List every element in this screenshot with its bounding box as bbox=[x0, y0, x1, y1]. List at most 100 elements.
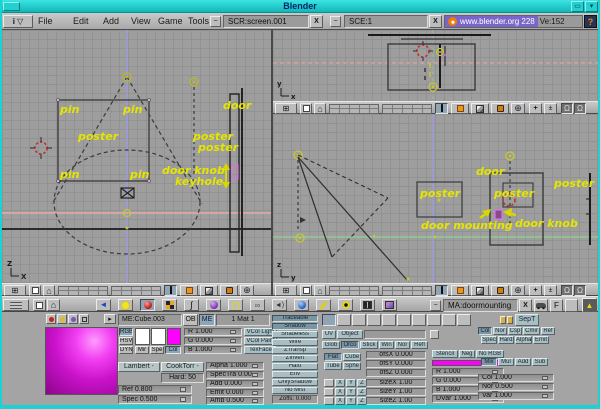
viewtype-menu[interactable]: ⊞ bbox=[275, 103, 297, 114]
shadeless-toggle[interactable]: Shadeless bbox=[272, 331, 318, 338]
mapto-ref-toggle[interactable]: Ref bbox=[541, 327, 555, 335]
mode-menu[interactable] bbox=[451, 285, 469, 296]
uv-toggle[interactable]: UV bbox=[322, 330, 336, 339]
blend-add-toggle[interactable]: Add bbox=[515, 358, 531, 366]
lamp-object-2[interactable] bbox=[190, 78, 198, 177]
texture-channel-6[interactable] bbox=[397, 314, 411, 326]
var-amount-slider[interactable]: Var 1.000 bbox=[478, 392, 554, 400]
rotate-view-button-2[interactable]: Ω bbox=[574, 103, 586, 114]
screen-browse-button[interactable]: − bbox=[210, 16, 221, 27]
window-type-button[interactable]: i ▽ bbox=[3, 15, 33, 28]
viewtype-menu[interactable]: ⊞ bbox=[4, 285, 26, 296]
constraint-buttons-tab[interactable]: ∞ bbox=[250, 299, 265, 311]
buttons-window-type-menu[interactable] bbox=[3, 299, 29, 311]
layer-buttons-group-1[interactable] bbox=[329, 286, 379, 296]
menu-edit[interactable]: Edit bbox=[73, 13, 89, 29]
manipulator-button[interactable]: ⊕ bbox=[240, 285, 254, 296]
axis-y-3[interactable]: Y bbox=[346, 397, 356, 405]
sound-buttons-tab[interactable]: ◄) bbox=[272, 299, 287, 311]
home-button[interactable]: ⌂ bbox=[314, 285, 326, 296]
spec-slider[interactable]: Spec 0.500 bbox=[118, 395, 192, 404]
pivot-menu[interactable] bbox=[491, 103, 509, 114]
texture-buttons-tab[interactable] bbox=[162, 299, 177, 311]
axis-x-1[interactable]: X bbox=[335, 379, 345, 387]
nor-amount-slider[interactable]: Nor 0.500 bbox=[478, 383, 554, 391]
hsv-mode-button[interactable]: HSV bbox=[119, 337, 133, 345]
spec-color-swatch[interactable] bbox=[151, 328, 166, 345]
door-mounting-object-selected[interactable] bbox=[495, 210, 502, 219]
orco-toggle[interactable]: Orco bbox=[341, 341, 359, 349]
texture-arrow-left[interactable] bbox=[500, 316, 506, 324]
preview-sphere-button[interactable] bbox=[57, 314, 67, 324]
texture-channel-5[interactable] bbox=[382, 314, 396, 326]
scene-name-field[interactable]: SCE:1 bbox=[344, 15, 428, 28]
amb-slider[interactable]: Amb 0.500 bbox=[206, 397, 264, 405]
ofsy-field[interactable]: ofsY 0.000 bbox=[366, 360, 426, 368]
pivot-menu[interactable] bbox=[491, 285, 509, 296]
traceable-toggle[interactable]: Traceable bbox=[272, 315, 318, 322]
manipulator-button[interactable]: ⊕ bbox=[511, 103, 525, 114]
mapto-emit-toggle[interactable]: Emit bbox=[533, 336, 549, 344]
fullscreen-button[interactable] bbox=[300, 103, 312, 114]
menu-game[interactable]: Game bbox=[158, 13, 183, 29]
zinvert-toggle[interactable]: ZInvert bbox=[272, 355, 318, 362]
mapto-hard-toggle[interactable]: Hard bbox=[498, 336, 514, 344]
shadow-toggle[interactable]: Shadow bbox=[272, 323, 318, 330]
manipulator-button[interactable]: ⊕ bbox=[511, 285, 525, 296]
material-buttons-tab[interactable] bbox=[140, 299, 155, 311]
object-centers[interactable] bbox=[429, 49, 446, 92]
diffuse-color-swatch[interactable] bbox=[167, 328, 181, 345]
dyn-button[interactable]: DYN bbox=[119, 346, 133, 354]
preview-cube-button[interactable] bbox=[68, 314, 78, 324]
rgb-mode-button[interactable]: RGB bbox=[119, 328, 133, 336]
material-index-field[interactable]: 1 Mat 1 bbox=[216, 314, 270, 326]
tube-toggle[interactable]: Tube bbox=[324, 362, 342, 370]
door-object[interactable] bbox=[490, 173, 543, 245]
rotate-view-button-2[interactable]: Ω bbox=[574, 285, 586, 296]
col-button[interactable]: Col bbox=[165, 346, 181, 354]
layer-lock-button[interactable] bbox=[435, 103, 448, 114]
layer-buttons-group-2[interactable] bbox=[382, 104, 432, 114]
viewport-side[interactable]: door poster poster poster door mounting … bbox=[273, 114, 598, 283]
layer-buttons-group-2[interactable] bbox=[382, 286, 432, 296]
object-name-field[interactable] bbox=[364, 330, 426, 339]
scene-browse-button[interactable]: − bbox=[330, 16, 341, 27]
menu-view[interactable]: View bbox=[131, 13, 150, 29]
draw-mode-menu[interactable] bbox=[200, 285, 218, 296]
camera-object[interactable] bbox=[294, 151, 407, 280]
mode-menu[interactable] bbox=[451, 103, 469, 114]
ob-button[interactable]: OB bbox=[183, 314, 198, 326]
glob-toggle[interactable]: Glob bbox=[322, 341, 340, 349]
layer-lock-button[interactable] bbox=[164, 285, 177, 296]
auto-name-button[interactable] bbox=[534, 299, 548, 312]
env-toggle[interactable]: Env bbox=[272, 371, 318, 378]
mir-color-swatch[interactable] bbox=[135, 328, 150, 345]
texture-channel-1[interactable] bbox=[322, 314, 336, 326]
script-buttons-tab[interactable] bbox=[294, 299, 309, 311]
axis-x-3[interactable]: X bbox=[335, 397, 345, 405]
restore-window-button[interactable]: ▾ bbox=[585, 1, 598, 12]
material-delete-button[interactable]: X bbox=[519, 299, 532, 312]
keyhole-object-selected[interactable] bbox=[232, 165, 238, 179]
neg-toggle[interactable]: Neg bbox=[459, 350, 475, 358]
view-zoom-button[interactable]: ± bbox=[544, 103, 557, 114]
paint-buttons-tab[interactable] bbox=[316, 299, 331, 311]
rotate-view-button-1[interactable]: Ω bbox=[561, 103, 573, 114]
maximize-window-button[interactable]: ▭ bbox=[571, 1, 584, 12]
mapto-csp-toggle[interactable]: Csp bbox=[508, 327, 522, 335]
menu-tools[interactable]: Tools bbox=[188, 13, 209, 29]
screen-delete-button[interactable]: X bbox=[310, 15, 323, 28]
axis-blank-3[interactable] bbox=[324, 397, 334, 405]
fullscreen-button[interactable] bbox=[29, 285, 41, 296]
ofsx-field[interactable]: ofsX 0.000 bbox=[366, 351, 426, 359]
texture-arrow-right[interactable] bbox=[507, 316, 513, 324]
fullscreen-button[interactable] bbox=[300, 285, 312, 296]
object-centers[interactable] bbox=[373, 235, 437, 281]
norgb-toggle[interactable]: No RGB bbox=[476, 350, 504, 358]
mir-button[interactable]: Mir bbox=[135, 346, 149, 354]
spectra-slider[interactable]: SpecTra 0.00 bbox=[206, 371, 264, 379]
hardness-field[interactable]: Hard: 50 bbox=[161, 373, 204, 383]
mode-menu[interactable] bbox=[180, 285, 198, 296]
texture-channel-8[interactable] bbox=[427, 314, 441, 326]
title-bar[interactable]: Blender ▭ ▾ bbox=[0, 0, 600, 13]
